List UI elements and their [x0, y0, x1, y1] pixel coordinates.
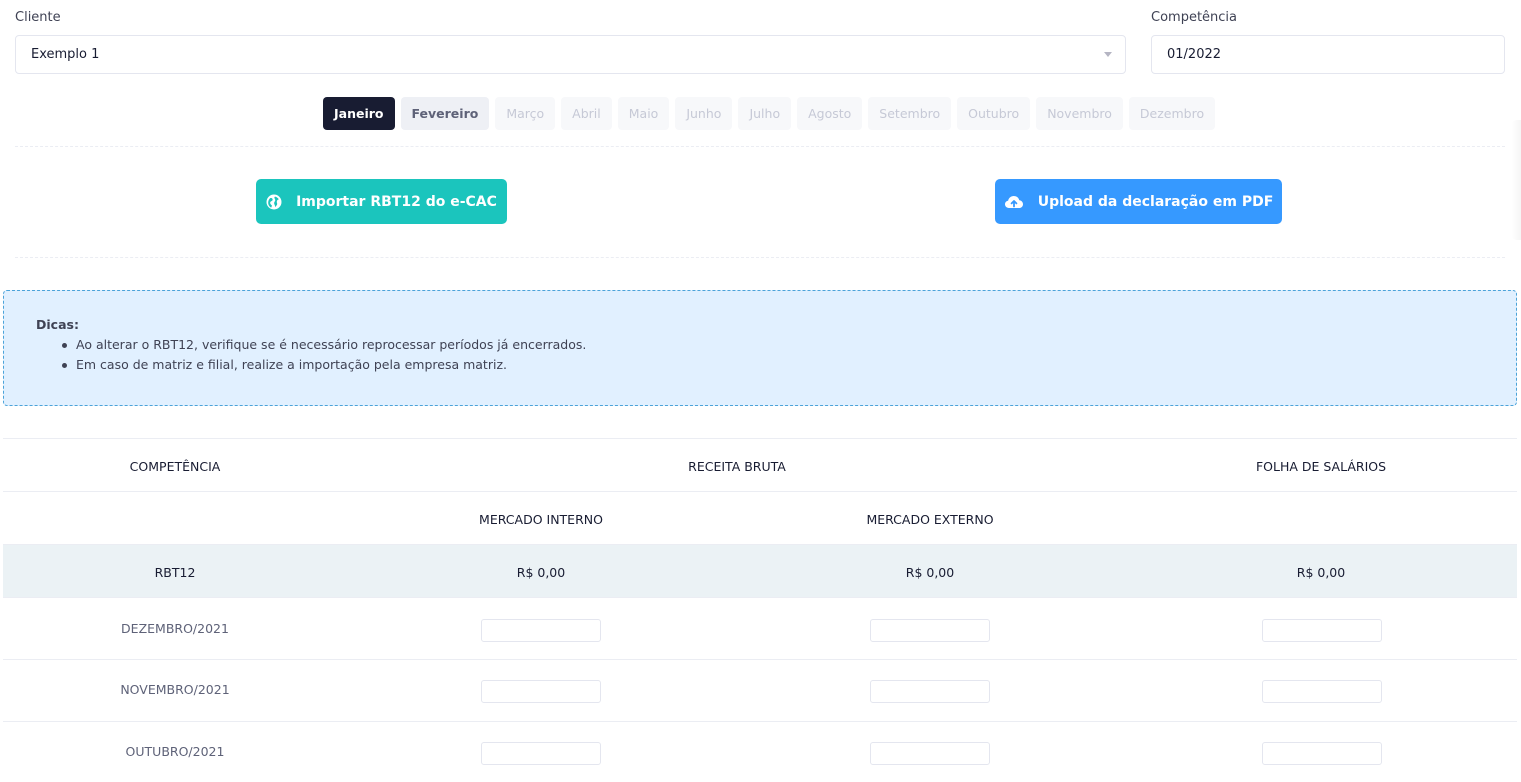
tips-list: Ao alterar o RBT12, verifique se é neces…	[62, 335, 1484, 375]
table-header-row: COMPETÊNCIA RECEITA BRUTA FOLHA DE SALÁR…	[3, 438, 1517, 491]
month-tab-abril[interactable]: Abril	[561, 97, 612, 130]
month-tab-julho[interactable]: Julho	[738, 97, 792, 130]
rbt12-label: RBT12	[154, 565, 196, 580]
upload-pdf-label: Upload da declaração em PDF	[1037, 193, 1274, 210]
mercado-interno-input[interactable]	[481, 680, 601, 703]
globe-icon	[266, 194, 282, 210]
month-tab-junho[interactable]: Junho	[675, 97, 733, 130]
divider	[15, 257, 1505, 258]
upload-pdf-button[interactable]: Upload da declaração em PDF	[995, 179, 1282, 224]
divider	[15, 146, 1505, 147]
competencia-input[interactable]: 01/2022	[1151, 35, 1505, 74]
table-row: OUTUBRO/2021	[3, 721, 1517, 781]
rbt12-table: COMPETÊNCIA RECEITA BRUTA FOLHA DE SALÁR…	[3, 438, 1517, 781]
mercado-externo-input[interactable]	[870, 619, 990, 642]
cliente-label: Cliente	[15, 10, 61, 25]
table-row: DEZEMBRO/2021	[3, 597, 1517, 659]
chevron-down-icon	[1104, 52, 1112, 57]
header-competencia: COMPETÊNCIA	[129, 459, 221, 474]
cloud-upload-icon	[1004, 194, 1024, 210]
rbt12-mercado-externo: R$ 0,00	[905, 565, 955, 580]
mercado-interno-input[interactable]	[481, 619, 601, 642]
month-tab-outubro[interactable]: Outubro	[957, 97, 1031, 130]
cliente-select-value: Exemplo 1	[31, 47, 100, 62]
table-row: NOVEMBRO/2021	[3, 659, 1517, 721]
month-tab-setembro[interactable]: Setembro	[868, 97, 952, 130]
header-mercado-externo: MERCADO EXTERNO	[866, 512, 994, 527]
mercado-externo-input[interactable]	[870, 680, 990, 703]
month-tab-janeiro[interactable]: Janeiro	[323, 97, 395, 130]
folha-salarios-input[interactable]	[1262, 742, 1382, 765]
header-folha-salarios: FOLHA DE SALÁRIOS	[1255, 459, 1387, 474]
scroll-edge	[1511, 120, 1521, 240]
tip-item: Em caso de matriz e filial, realize a im…	[62, 355, 1484, 375]
month-tab-novembro[interactable]: Novembro	[1036, 97, 1123, 130]
month-tab-marco[interactable]: Março	[495, 97, 556, 130]
mercado-externo-input[interactable]	[870, 742, 990, 765]
row-period: OUTUBRO/2021	[125, 744, 225, 759]
tip-item: Ao alterar o RBT12, verifique se é neces…	[62, 335, 1484, 355]
row-period: DEZEMBRO/2021	[121, 621, 229, 636]
month-tab-dezembro[interactable]: Dezembro	[1128, 97, 1216, 130]
tips-box: Dicas: Ao alterar o RBT12, verifique se …	[3, 290, 1517, 406]
folha-salarios-input[interactable]	[1262, 680, 1382, 703]
import-rbt12-button[interactable]: Importar RBT12 do e-CAC	[256, 179, 507, 224]
month-tab-fevereiro[interactable]: Fevereiro	[400, 97, 490, 130]
cliente-select[interactable]: Exemplo 1	[15, 35, 1126, 74]
folha-salarios-input[interactable]	[1262, 619, 1382, 642]
tips-title: Dicas:	[36, 317, 79, 332]
mercado-interno-input[interactable]	[481, 742, 601, 765]
month-tab-agosto[interactable]: Agosto	[797, 97, 863, 130]
month-tab-maio[interactable]: Maio	[617, 97, 670, 130]
import-rbt12-label: Importar RBT12 do e-CAC	[296, 193, 497, 210]
table-row-rbt12: RBT12 R$ 0,00 R$ 0,00 R$ 0,00	[3, 544, 1517, 597]
rbt12-mercado-interno: R$ 0,00	[516, 565, 566, 580]
table-subheader-row: MERCADO INTERNO MERCADO EXTERNO	[3, 491, 1517, 544]
competencia-label: Competência	[1151, 10, 1238, 25]
header-mercado-interno: MERCADO INTERNO	[479, 512, 603, 527]
rbt12-folha: R$ 0,00	[1296, 565, 1346, 580]
row-period: NOVEMBRO/2021	[120, 682, 230, 697]
header-receita-bruta: RECEITA BRUTA	[688, 459, 786, 474]
month-tabs: Janeiro Fevereiro Março Abril Maio Junho Julho…	[323, 97, 1216, 130]
